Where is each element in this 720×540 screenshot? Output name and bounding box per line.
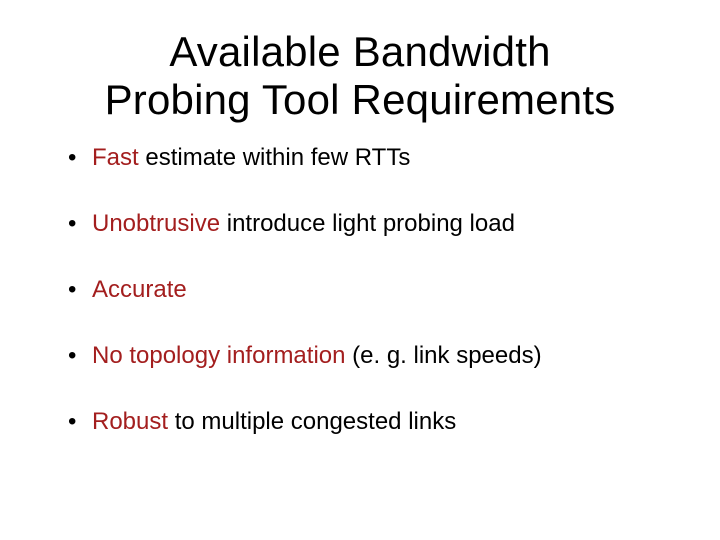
bullet-item: No topology information (e. g. link spee… [68, 341, 680, 371]
bullet-highlight: Accurate [92, 276, 187, 303]
bullet-highlight: Fast [92, 144, 139, 171]
bullet-item: Fast estimate within few RTTs [68, 143, 680, 173]
bullet-highlight: Robust [92, 408, 168, 435]
bullet-rest: (e. g. link speeds) [345, 342, 541, 369]
bullet-item: Accurate [68, 275, 680, 305]
bullet-list: Fast estimate within few RTTs Unobtrusiv… [40, 143, 680, 437]
slide-title: Available Bandwidth Probing Tool Require… [40, 28, 680, 125]
slide: Available Bandwidth Probing Tool Require… [0, 0, 720, 540]
bullet-rest: to multiple congested links [168, 408, 456, 435]
title-line-1: Available Bandwidth [169, 28, 550, 75]
bullet-item: Robust to multiple congested links [68, 407, 680, 437]
bullet-highlight: Unobtrusive [92, 210, 220, 237]
bullet-rest: estimate within few RTTs [139, 144, 411, 171]
bullet-highlight: No topology information [92, 342, 345, 369]
title-line-2: Probing Tool Requirements [105, 76, 616, 123]
bullet-rest: introduce light probing load [220, 210, 515, 237]
bullet-item: Unobtrusive introduce light probing load [68, 209, 680, 239]
